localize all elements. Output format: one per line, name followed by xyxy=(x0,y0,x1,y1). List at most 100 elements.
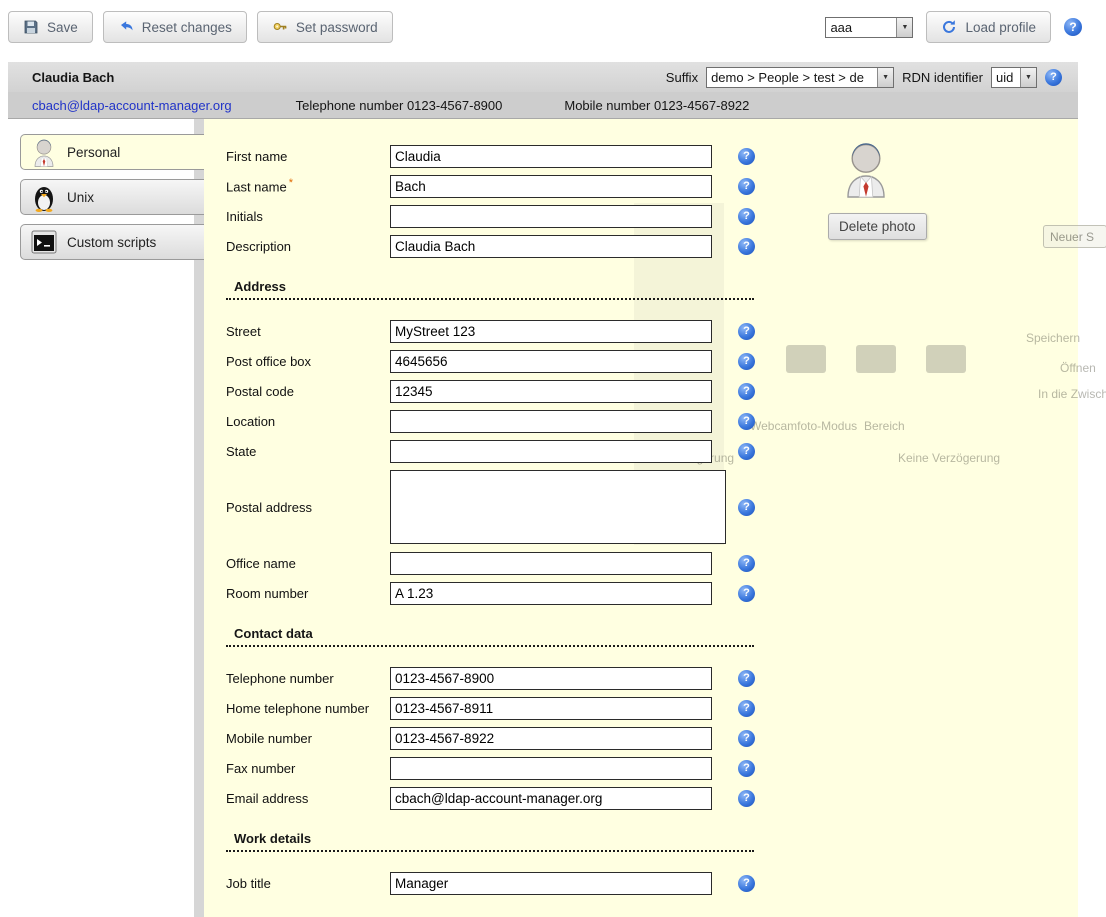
form-row: Postal address xyxy=(226,470,1078,544)
office-name-input[interactable] xyxy=(390,552,712,575)
help-icon[interactable] xyxy=(738,760,755,777)
suffix-select[interactable]: demo > People > test > de xyxy=(706,67,894,88)
field-label: Post office box xyxy=(226,354,390,369)
suffix-label: Suffix xyxy=(666,70,698,85)
form-row: Email address xyxy=(226,787,1078,809)
section-title: Address xyxy=(234,279,286,294)
delete-photo-button[interactable]: Delete photo xyxy=(828,213,927,240)
help-icon[interactable] xyxy=(738,670,755,687)
help-icon[interactable] xyxy=(738,443,755,460)
home-telephone-number-input[interactable] xyxy=(390,697,712,720)
help-icon[interactable] xyxy=(738,353,755,370)
suffix-select-value: demo > People > test > de xyxy=(707,68,877,87)
account-title: Claudia Bach xyxy=(32,70,114,85)
email-address-input[interactable] xyxy=(390,787,712,810)
description-input[interactable] xyxy=(390,235,712,258)
fax-number-input[interactable] xyxy=(390,757,712,780)
help-icon[interactable] xyxy=(738,208,755,225)
email-link[interactable]: cbach@ldap-account-manager.org xyxy=(32,98,232,113)
street-input[interactable] xyxy=(390,320,712,343)
field-label-text: Fax number xyxy=(226,761,295,776)
help-icon[interactable] xyxy=(738,323,755,340)
form-row: Home telephone number xyxy=(226,697,1078,719)
field-label-text: First name xyxy=(226,149,287,164)
initials-input[interactable] xyxy=(390,205,712,228)
form-row: Office name xyxy=(226,552,1078,574)
field-label: Telephone number xyxy=(226,671,390,686)
field-label-text: Initials xyxy=(226,209,263,224)
help-icon[interactable] xyxy=(738,413,755,430)
field-label: First name xyxy=(226,149,390,164)
tab-label: Unix xyxy=(67,190,94,205)
penguin-icon xyxy=(31,182,57,212)
account-body: PersonalUnixCustom scripts Neuer S Speic… xyxy=(8,119,1078,917)
last-name-input[interactable] xyxy=(390,175,712,198)
profile-select-value: aaa xyxy=(826,18,896,37)
field-label-text: Location xyxy=(226,414,275,429)
field-label-text: Description xyxy=(226,239,291,254)
toolbar: Save Reset changes Set password aaa xyxy=(0,0,1106,54)
tab-custom-scripts[interactable]: Custom scripts xyxy=(20,224,204,260)
section-header-contact-data: Contact data xyxy=(226,624,754,647)
field-label: Office name xyxy=(226,556,390,571)
set-password-button[interactable]: Set password xyxy=(257,11,393,43)
form-row: Telephone number xyxy=(226,667,1078,689)
first-name-input[interactable] xyxy=(390,145,712,168)
mobile-number-input[interactable] xyxy=(390,727,712,750)
room-number-input[interactable] xyxy=(390,582,712,605)
section-title: Work details xyxy=(234,831,311,846)
field-label: Room number xyxy=(226,586,390,601)
state-input[interactable] xyxy=(390,440,712,463)
field-label: Home telephone number xyxy=(226,701,390,716)
form-row: Location xyxy=(226,410,1078,432)
help-icon[interactable] xyxy=(738,555,755,572)
help-icon[interactable] xyxy=(1064,18,1082,36)
help-icon[interactable] xyxy=(738,730,755,747)
help-icon[interactable] xyxy=(738,790,755,807)
job-title-input[interactable] xyxy=(390,872,712,895)
field-label-text: Home telephone number xyxy=(226,701,369,716)
help-icon[interactable] xyxy=(738,585,755,602)
account-header-controls: Suffix demo > People > test > de RDN ide… xyxy=(666,67,1062,88)
field-label-text: Office name xyxy=(226,556,296,571)
mobile-text: Mobile number 0123-4567-8922 xyxy=(564,98,749,113)
terminal-icon xyxy=(31,227,57,257)
field-label-text: Post office box xyxy=(226,354,311,369)
help-icon[interactable] xyxy=(738,238,755,255)
telephone-number-input[interactable] xyxy=(390,667,712,690)
help-icon[interactable] xyxy=(738,700,755,717)
save-button[interactable]: Save xyxy=(8,11,93,43)
field-label-text: Street xyxy=(226,324,261,339)
help-icon[interactable] xyxy=(738,875,755,892)
help-icon[interactable] xyxy=(1045,69,1062,86)
help-icon[interactable] xyxy=(738,148,755,165)
postal-address-input[interactable] xyxy=(390,470,726,544)
form-row: Post office box xyxy=(226,350,1078,372)
help-icon[interactable] xyxy=(738,383,755,400)
key-icon xyxy=(272,19,288,35)
section-header-address: Address xyxy=(226,277,754,300)
help-icon[interactable] xyxy=(738,499,755,516)
dropdown-arrow-icon xyxy=(1020,68,1036,87)
reset-changes-button[interactable]: Reset changes xyxy=(103,11,247,43)
help-icon[interactable] xyxy=(738,178,755,195)
field-label: Last name xyxy=(226,177,390,194)
dropdown-arrow-icon xyxy=(896,18,912,37)
field-label-text: Job title xyxy=(226,876,271,891)
location-input[interactable] xyxy=(390,410,712,433)
post-office-box-input[interactable] xyxy=(390,350,712,373)
field-label: Location xyxy=(226,414,390,429)
form-row: Job title xyxy=(226,872,1078,894)
field-label-text: Last name xyxy=(226,180,287,195)
field-label: State xyxy=(226,444,390,459)
tab-personal[interactable]: Personal xyxy=(20,134,204,170)
load-profile-button[interactable]: Load profile xyxy=(926,11,1051,43)
tab-unix[interactable]: Unix xyxy=(20,179,204,215)
set-password-label: Set password xyxy=(296,20,378,35)
field-label: Postal code xyxy=(226,384,390,399)
module-tabs: Personal Unix Custom scripts xyxy=(8,119,204,917)
section-title: Contact data xyxy=(234,626,313,641)
profile-select[interactable]: aaa xyxy=(825,17,913,38)
rdn-select[interactable]: uid xyxy=(991,67,1037,88)
postal-code-input[interactable] xyxy=(390,380,712,403)
